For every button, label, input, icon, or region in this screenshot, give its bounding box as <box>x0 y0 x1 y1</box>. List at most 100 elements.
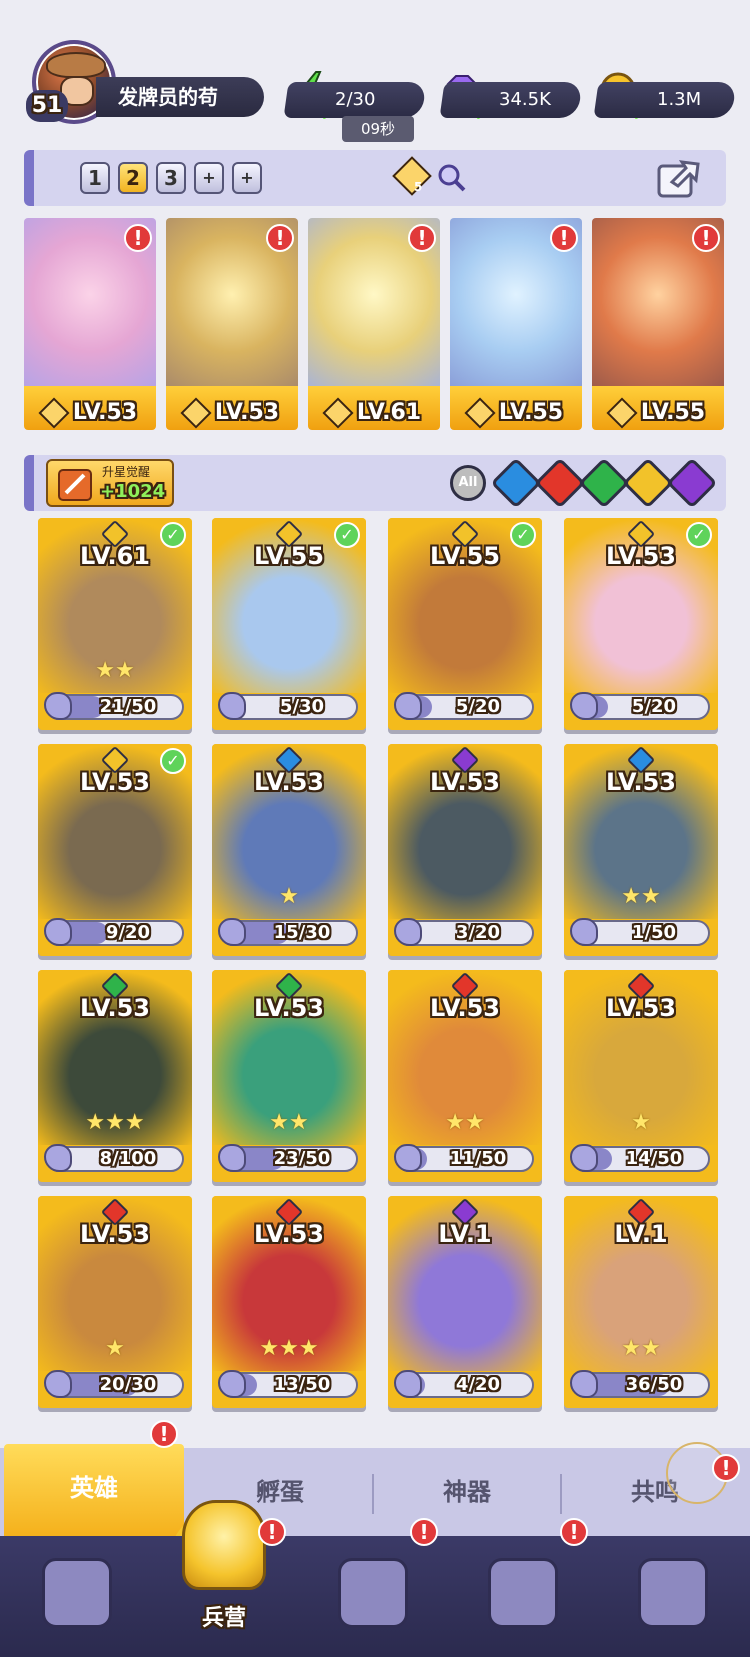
nav-map[interactable] <box>316 1548 426 1648</box>
shard-progress-text: 5/30 <box>279 696 325 717</box>
hero-level: LV.53 <box>254 994 324 1022</box>
shard-progress-text: 9/20 <box>105 922 151 943</box>
hero-card[interactable]: LV.53 ★★ 23/50 <box>212 970 366 1182</box>
hero-card[interactable]: LV.55 ✓ 5/20 <box>388 518 542 730</box>
hero-level: LV.1 <box>438 1220 492 1248</box>
hero-card[interactable]: LV.53 ✓ 9/20 <box>38 744 192 956</box>
checkmark-icon: ✓ <box>160 748 186 774</box>
shard-progress-bar: 36/50 <box>570 1370 710 1398</box>
avatar-hat <box>46 52 106 78</box>
search-icon[interactable] <box>436 162 468 194</box>
nav-barracks[interactable]: 兵营 <box>164 1480 284 1656</box>
shard-icon <box>394 1144 422 1172</box>
gems-counter: 34.5K <box>439 82 583 118</box>
mushroom-icon <box>638 1558 708 1628</box>
checkmark-icon: ✓ <box>160 522 186 548</box>
player-level: 51 <box>26 90 68 122</box>
star-up-button[interactable]: 升星觉醒 +1024 <box>46 459 174 507</box>
hero-card[interactable]: LV.53 ★★★ 8/100 <box>38 970 192 1182</box>
hero-card[interactable]: LV.53 ★ 14/50 <box>564 970 718 1182</box>
shard-progress-text: 8/100 <box>99 1148 157 1169</box>
map-book-icon <box>338 1558 408 1628</box>
star-rating: ★★ <box>621 1336 661 1361</box>
shard-icon <box>570 918 598 946</box>
star-up-value: +1024 <box>100 481 166 502</box>
nav-cards[interactable] <box>20 1548 130 1648</box>
formation-slot-3[interactable]: LV.61 ! <box>308 218 440 430</box>
hero-card[interactable]: LV.53 ★★ 11/50 <box>388 970 542 1182</box>
temple-icon <box>488 1558 558 1628</box>
star-rating: ★★ <box>269 1110 309 1135</box>
filter-all-label: All <box>458 475 478 490</box>
star-rating: ★★ <box>95 658 135 683</box>
hero-level: LV.53 <box>606 768 676 796</box>
hero-card[interactable]: LV.53 ✓ 5/20 <box>564 518 718 730</box>
hero-card[interactable]: LV.61 ✓ ★★ 21/50 <box>38 518 192 730</box>
tab-artifacts[interactable]: 神器 <box>374 1448 560 1536</box>
shard-progress-bar: 9/20 <box>44 918 184 946</box>
hero-card[interactable]: LV.53 ★ 20/30 <box>38 1196 192 1408</box>
gems-value: 34.5K <box>499 89 551 110</box>
sub-tab-bar: 英雄 ! 孵蛋 神器 共鸣 <box>0 1420 750 1536</box>
energy-value: 2/30 <box>334 89 376 110</box>
alert-badge: ! <box>692 224 720 252</box>
filter-light-icon[interactable] <box>622 457 674 509</box>
team-power-badge: 5 <box>414 180 423 194</box>
formation-slot-4[interactable]: LV.55 ! <box>450 218 582 430</box>
light-element-icon <box>180 397 212 429</box>
filter-bar: 升星觉醒 +1024 All <box>24 455 726 511</box>
shard-progress-bar: 21/50 <box>44 692 184 720</box>
filter-fire-icon[interactable] <box>534 457 586 509</box>
alert-badge: ! <box>150 1420 178 1448</box>
team-tab-3[interactable]: 3 <box>156 162 186 194</box>
alert-badge: ! <box>266 224 294 252</box>
energy-counter: 2/30 <box>283 82 427 118</box>
formation-slot-1[interactable]: LV.53 ! <box>24 218 156 430</box>
team-power-icon <box>392 156 432 196</box>
hero-card[interactable]: LV.53 ★★ 1/50 <box>564 744 718 956</box>
hero-card[interactable]: LV.1 4/20 <box>388 1196 542 1408</box>
star-rating: ★ <box>105 1336 125 1361</box>
tab-heroes[interactable]: 英雄 <box>4 1444 184 1536</box>
hero-card[interactable]: LV.1 ★★ 36/50 <box>564 1196 718 1408</box>
shard-progress-text: 21/50 <box>99 696 157 717</box>
filter-wind-icon[interactable] <box>578 457 630 509</box>
shard-progress-bar: 5/20 <box>394 692 534 720</box>
share-icon[interactable] <box>656 156 702 200</box>
alert-badge: ! <box>124 224 152 252</box>
shard-icon <box>570 1370 598 1398</box>
shard-progress-text: 20/30 <box>99 1374 157 1395</box>
player-name[interactable]: 发牌员的苟 <box>96 77 264 117</box>
star-up-title: 升星觉醒 <box>102 465 151 479</box>
hero-level: LV.53 <box>80 1220 150 1248</box>
shard-progress-text: 4/20 <box>455 1374 501 1395</box>
shard-icon <box>570 1144 598 1172</box>
coins-counter: 1.3M <box>593 82 737 118</box>
hero-card[interactable]: LV.53 ★ 15/30 <box>212 744 366 956</box>
alert-badge: ! <box>410 1518 438 1546</box>
shard-icon <box>44 1370 72 1398</box>
shard-progress-bar: 15/30 <box>218 918 358 946</box>
hero-card[interactable]: LV.53 3/20 <box>388 744 542 956</box>
hero-level: LV.53 <box>430 768 500 796</box>
nav-temple[interactable] <box>466 1548 576 1648</box>
coins-value: 1.3M <box>656 89 702 110</box>
bottom-nav: 兵营 <box>0 1500 750 1657</box>
alert-badge: ! <box>258 1518 286 1546</box>
shard-icon <box>218 1144 246 1172</box>
hero-card[interactable]: LV.55 ✓ 5/30 <box>212 518 366 730</box>
team-tab-1[interactable]: 1 <box>80 162 110 194</box>
team-tab-add-1[interactable]: + <box>194 162 224 194</box>
team-tab-2[interactable]: 2 <box>118 162 148 194</box>
shard-progress-bar: 23/50 <box>218 1144 358 1172</box>
formation-slot-2[interactable]: LV.53 ! <box>166 218 298 430</box>
filter-all-button[interactable]: All <box>450 465 486 501</box>
filter-water-icon[interactable] <box>490 457 542 509</box>
formation-slot-5[interactable]: LV.55 ! <box>592 218 724 430</box>
hero-card[interactable]: LV.53 ★★★ 13/50 <box>212 1196 366 1408</box>
filter-dark-icon[interactable] <box>666 457 718 509</box>
shard-progress-text: 5/20 <box>455 696 501 717</box>
shard-icon <box>394 1370 422 1398</box>
team-tab-add-2[interactable]: + <box>232 162 262 194</box>
nav-shop[interactable] <box>616 1548 726 1648</box>
